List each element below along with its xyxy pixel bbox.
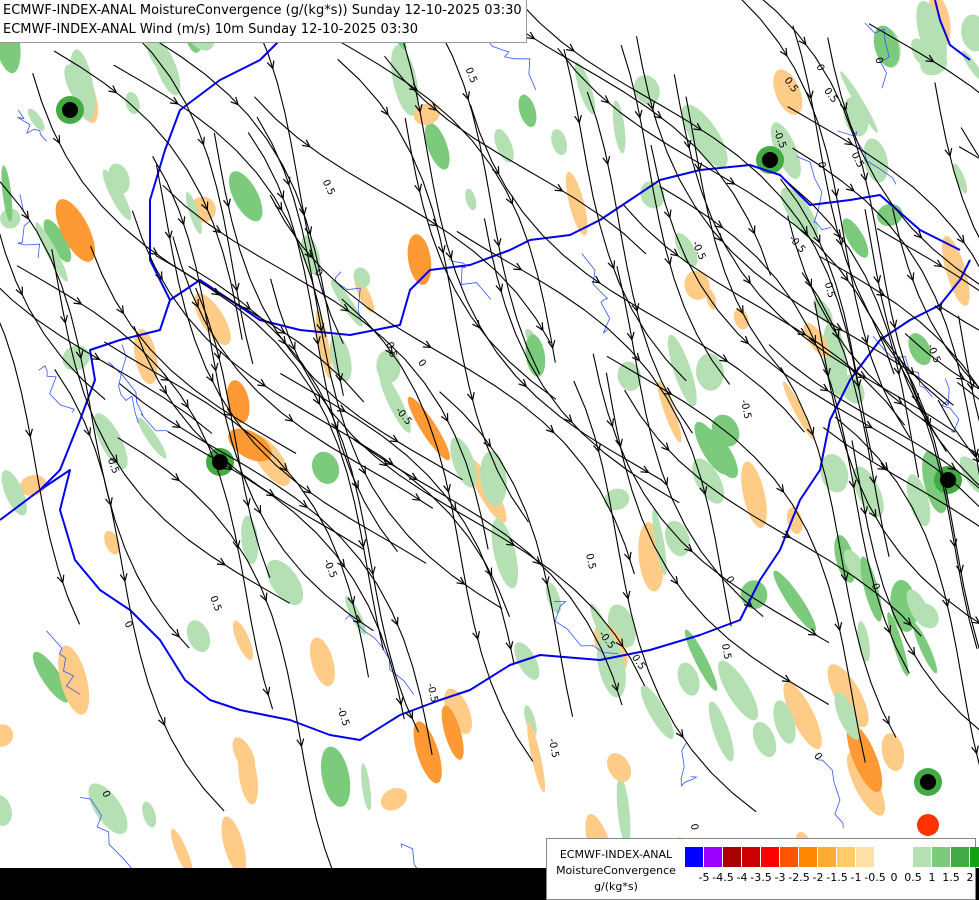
legend-swatch bbox=[894, 847, 913, 867]
convergence-core bbox=[920, 774, 936, 790]
legend-swatch bbox=[856, 847, 875, 867]
legend-tick-label: -3.5 bbox=[750, 871, 772, 884]
legend-tick-label: -5 bbox=[698, 871, 710, 884]
map-background bbox=[0, 0, 979, 900]
legend-tick-label: -1.5 bbox=[826, 871, 848, 884]
legend-swatch bbox=[780, 847, 799, 867]
legend-tick-label: -0.5 bbox=[864, 871, 886, 884]
legend-swatch bbox=[837, 847, 856, 867]
legend-tick-label: -4 bbox=[736, 871, 748, 884]
legend-swatch bbox=[951, 847, 970, 867]
map-title-box: ECMWF-INDEX-ANAL MoistureConvergence (g/… bbox=[0, 0, 527, 43]
legend-swatch bbox=[761, 847, 780, 867]
legend-tick-label: 0 bbox=[890, 871, 898, 884]
legend-swatch bbox=[875, 847, 894, 867]
legend-tick-label: -3 bbox=[774, 871, 786, 884]
title-wind: ECMWF-INDEX-ANAL Wind (m/s) 10m Sunday 1… bbox=[3, 22, 419, 37]
convergence-core bbox=[762, 152, 778, 168]
legend-swatch bbox=[913, 847, 932, 867]
divergence-core bbox=[917, 814, 939, 836]
legend-model-label: ECMWF-INDEX-ANAL bbox=[559, 848, 673, 861]
convergence-core bbox=[62, 102, 78, 118]
legend-tick-label: -4.5 bbox=[712, 871, 734, 884]
title-moisture-convergence: ECMWF-INDEX-ANAL MoistureConvergence (g/… bbox=[3, 3, 522, 18]
legend-tick-label: 1.5 bbox=[942, 871, 960, 884]
legend-title: ECMWF-INDEX-ANAL MoistureConvergence g/(… bbox=[551, 847, 681, 895]
legend-tick-label: 1 bbox=[928, 871, 936, 884]
legend-swatch bbox=[704, 847, 723, 867]
legend-tick-label: -2.5 bbox=[788, 871, 810, 884]
legend-tick-label: -2 bbox=[812, 871, 824, 884]
legend-tick-label: -1 bbox=[850, 871, 862, 884]
legend-swatch bbox=[818, 847, 837, 867]
legend-swatch bbox=[685, 847, 704, 867]
legend-tick-label: 2 bbox=[966, 871, 974, 884]
legend-tick-label: 0.5 bbox=[904, 871, 922, 884]
legend-swatch bbox=[932, 847, 951, 867]
legend-variable-label: MoistureConvergence bbox=[556, 864, 676, 877]
legend-color-swatches bbox=[685, 847, 979, 867]
color-legend: ECMWF-INDEX-ANAL MoistureConvergence g/(… bbox=[546, 838, 979, 900]
legend-tick-labels: -5 -4.5 -4 -3.5 -3 -2.5 -2 -1.5 -1 -0.5 0 0.5 1 1.5 2 bbox=[685, 871, 975, 887]
legend-swatch bbox=[799, 847, 818, 867]
legend-swatch bbox=[723, 847, 742, 867]
legend-swatch bbox=[970, 847, 979, 867]
map-canvas[interactable]: 0.50-0.50.50-0.50.50-0.50.50-0.50.50-0.5… bbox=[0, 0, 979, 900]
legend-swatch bbox=[742, 847, 761, 867]
legend-units-label: g/(kg*s) bbox=[594, 880, 638, 893]
